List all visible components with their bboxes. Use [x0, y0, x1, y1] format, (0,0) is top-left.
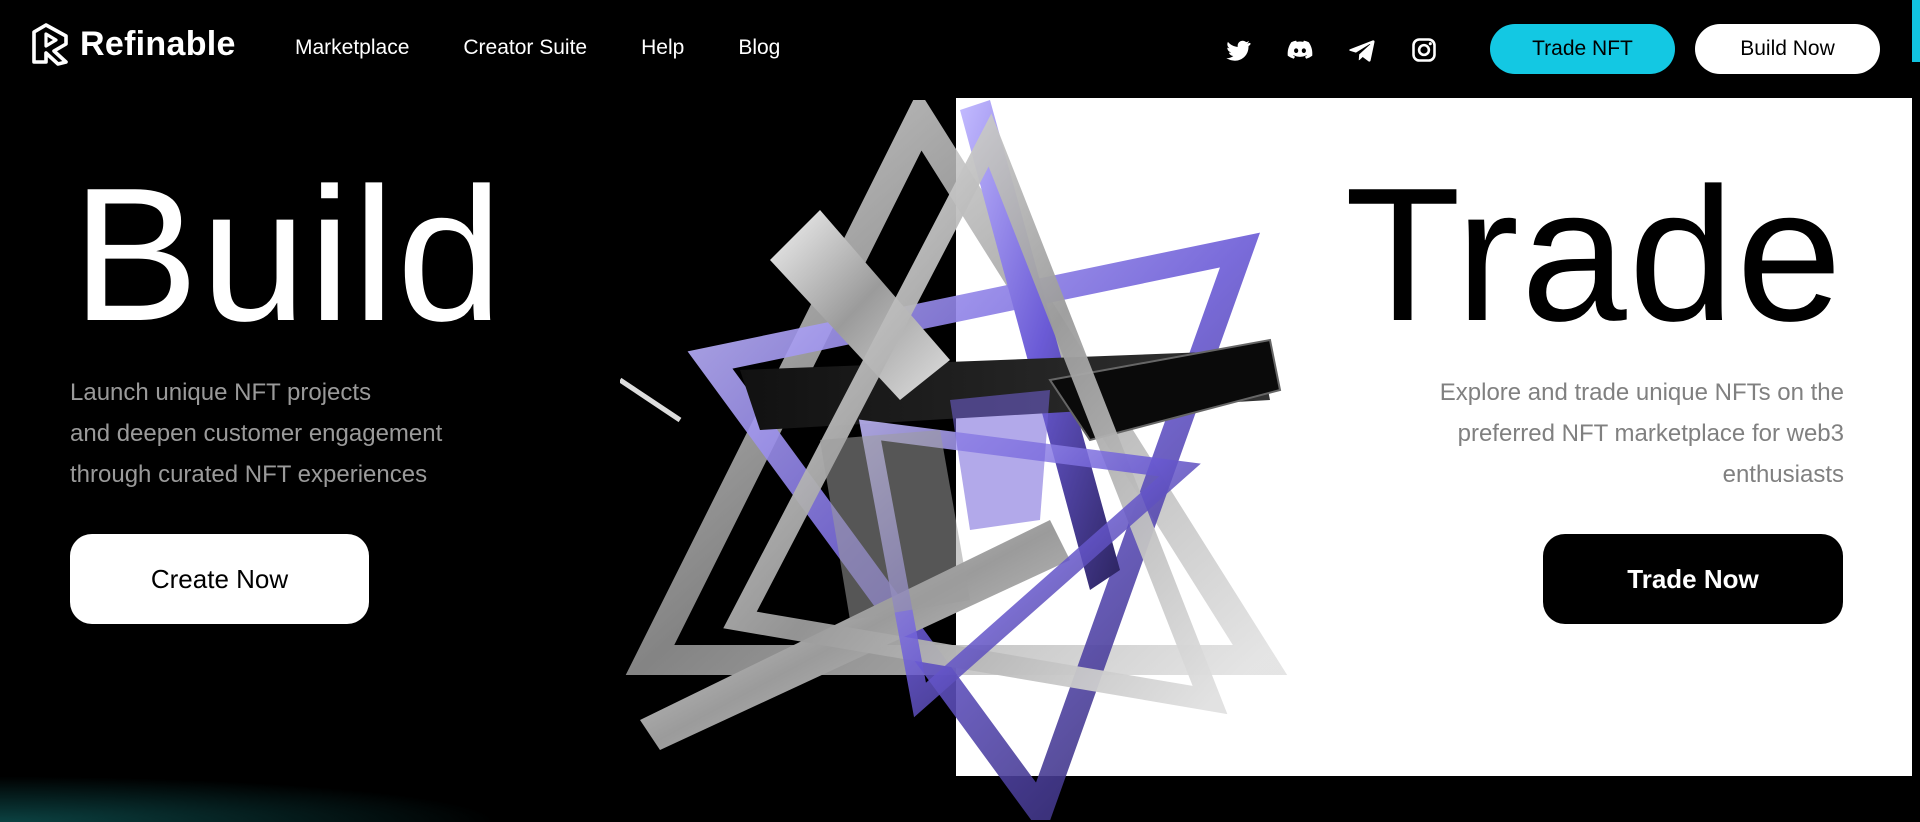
scrollbar-thumb[interactable] — [1912, 0, 1920, 62]
telegram-icon[interactable] — [1348, 36, 1376, 64]
nav-blog[interactable]: Blog — [738, 36, 780, 60]
bottom-glow-decoration — [0, 776, 500, 822]
social-links — [1224, 36, 1438, 64]
main-nav: Marketplace Creator Suite Help Blog — [295, 36, 780, 60]
trade-description-line: enthusiasts — [1722, 461, 1844, 488]
hero-3d-star-art — [620, 100, 1288, 820]
create-now-button[interactable]: Create Now — [70, 534, 369, 624]
build-description-line: Launch unique NFT projects — [70, 379, 372, 406]
trade-now-button[interactable]: Trade Now — [1543, 534, 1843, 624]
trade-nft-button[interactable]: Trade NFT — [1490, 24, 1675, 74]
refinable-logo-icon — [32, 23, 68, 66]
nav-help[interactable]: Help — [641, 36, 684, 60]
nav-marketplace[interactable]: Marketplace — [295, 36, 409, 60]
trade-description-line: Explore and trade unique NFTs on the — [1439, 379, 1844, 406]
build-now-button[interactable]: Build Now — [1695, 24, 1880, 74]
trade-description-line: preferred NFT marketplace for web3 — [1457, 420, 1844, 447]
discord-icon[interactable] — [1286, 36, 1314, 64]
trade-heading: Trade — [1344, 149, 1844, 361]
twitter-icon[interactable] — [1224, 36, 1252, 64]
instagram-icon[interactable] — [1410, 36, 1438, 64]
trade-description: Explore and trade unique NFTs on the pre… — [1364, 372, 1844, 495]
top-nav: Refinable Marketplace Creator Suite Help… — [0, 0, 1912, 98]
build-description: Launch unique NFT projects and deepen cu… — [70, 372, 490, 495]
build-description-line: and deepen customer engagement — [70, 420, 443, 447]
brand-name: Refinable — [80, 24, 236, 63]
nav-creator-suite[interactable]: Creator Suite — [463, 36, 587, 60]
build-heading: Build — [72, 149, 505, 361]
build-description-line: through curated NFT experiences — [70, 461, 428, 488]
brand-logo[interactable]: Refinable — [30, 22, 236, 66]
page-scrollbar[interactable] — [1912, 0, 1920, 822]
